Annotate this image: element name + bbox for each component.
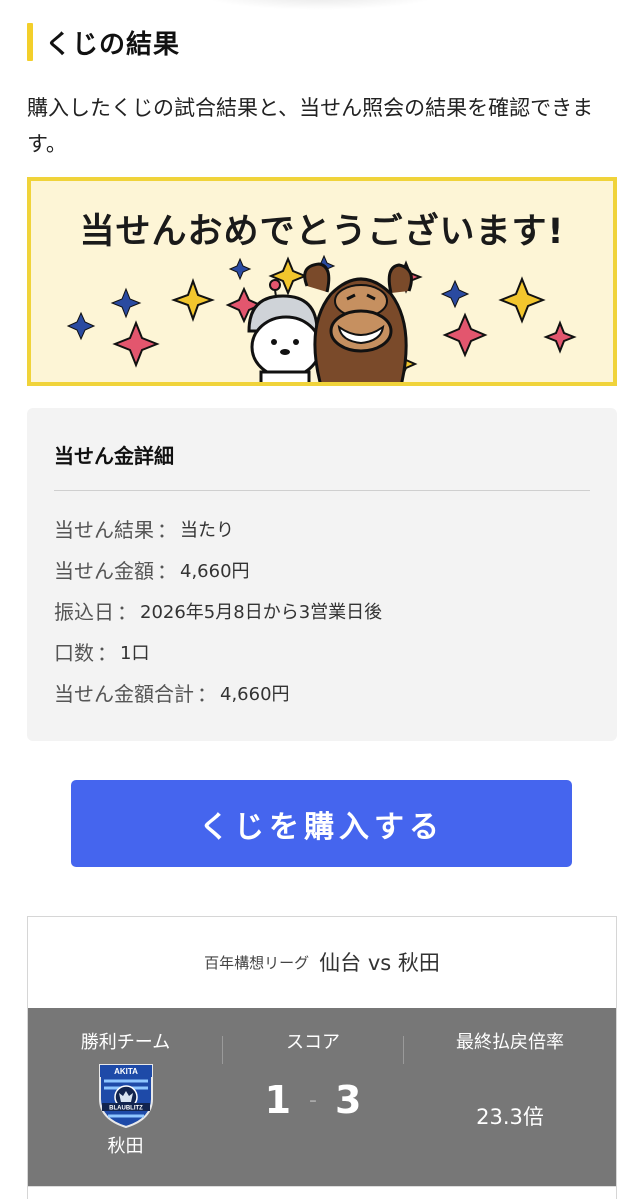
detail-label: 当せん金額: [54, 559, 154, 583]
detail-label: 振込日: [54, 600, 114, 624]
winner-column: 勝利チーム AKITA BLAUBLITZ 秋田: [28, 1008, 223, 1186]
detail-value: 1口: [120, 642, 150, 664]
detail-separator: ：: [197, 682, 217, 706]
league-name: 百年構想リーグ: [204, 953, 310, 972]
prize-detail-list: 当せん結果：当たり 当せん金額： 4,660円 振込日： 2026年5月8日から3営…: [54, 508, 382, 713]
page-title: くじの結果: [45, 29, 181, 60]
emblem-band-text: BLAUBLITZ: [109, 1106, 143, 1112]
emblem-top-text: AKITA: [114, 1067, 138, 1076]
away-score: 3: [334, 1078, 362, 1122]
odds-label: 最終払戻倍率: [456, 1032, 564, 1053]
detail-label: 当せん金額合計: [54, 682, 194, 706]
prize-detail-title: 当せん金詳細: [54, 444, 174, 468]
winner-label: 勝利チーム: [80, 1032, 171, 1053]
detail-label: 口数: [54, 641, 94, 665]
match-result-card: 百年構想リーグ 仙台 vs 秋田 勝利チーム AKITA BLAUBLITZ 秋…: [27, 916, 617, 1199]
detail-row-result: 当せん結果：当たり: [54, 508, 382, 549]
match-result-bar: 勝利チーム AKITA BLAUBLITZ 秋田 スコア 1 - 3 最終払戻倍…: [28, 1008, 616, 1186]
detail-label: 当せん結果: [54, 518, 154, 542]
detail-separator: ：: [157, 559, 177, 583]
odds-column: 最終払戻倍率 23.3倍: [404, 1008, 616, 1186]
banner-headline: 当せんおめでとうございます!: [79, 212, 565, 252]
detail-value: 2026年5月8日から3営業日後: [140, 601, 383, 623]
detail-separator: ：: [157, 518, 177, 542]
section-header: くじの結果: [27, 22, 180, 62]
detail-separator: ：: [117, 600, 137, 624]
celebration-illustration: [66, 254, 577, 382]
home-score: 1: [264, 1078, 292, 1122]
prize-detail-card: 当せん金詳細 当せん結果：当たり 当せん金額： 4,660円 振込日： 2026年5…: [27, 408, 617, 741]
detail-row-transfer-date: 振込日： 2026年5月8日から3営業日後: [54, 590, 382, 631]
detail-row-units: 口数： 1口: [54, 631, 382, 672]
detail-value: 当たり: [180, 519, 234, 541]
team-emblem-icon: AKITA BLAUBLITZ: [98, 1064, 153, 1129]
winning-banner: 当せんおめでとうございます!: [27, 177, 617, 386]
top-shadow: [200, 0, 440, 10]
divider: [54, 490, 590, 491]
page-description: 購入したくじの試合結果と、当せん照会の結果を確認できます。: [27, 96, 594, 156]
card-bottom-strip: [28, 1186, 616, 1199]
score-column: スコア 1 - 3: [223, 1008, 403, 1186]
detail-value: 4,660円: [180, 560, 250, 582]
winner-team-name: 秋田: [107, 1136, 144, 1157]
odds-value: 23.3倍: [476, 1105, 544, 1129]
detail-row-amount: 当せん金額： 4,660円: [54, 549, 382, 590]
match-teams: 仙台 vs 秋田: [319, 951, 440, 975]
detail-separator: ：: [97, 641, 117, 665]
score-separator: -: [309, 1087, 317, 1113]
match-header: 百年構想リーグ 仙台 vs 秋田: [28, 917, 616, 1007]
gorilla-mascot-icon: [303, 262, 413, 382]
detail-row-total: 当せん金額合計： 4,660円: [54, 672, 382, 713]
score-display: 1 - 3: [223, 1078, 403, 1122]
detail-value: 4,660円: [220, 683, 290, 705]
score-label: スコア: [286, 1032, 340, 1053]
buy-lottery-button[interactable]: くじを購入する: [71, 780, 572, 867]
title-accent-bar: [27, 23, 33, 61]
